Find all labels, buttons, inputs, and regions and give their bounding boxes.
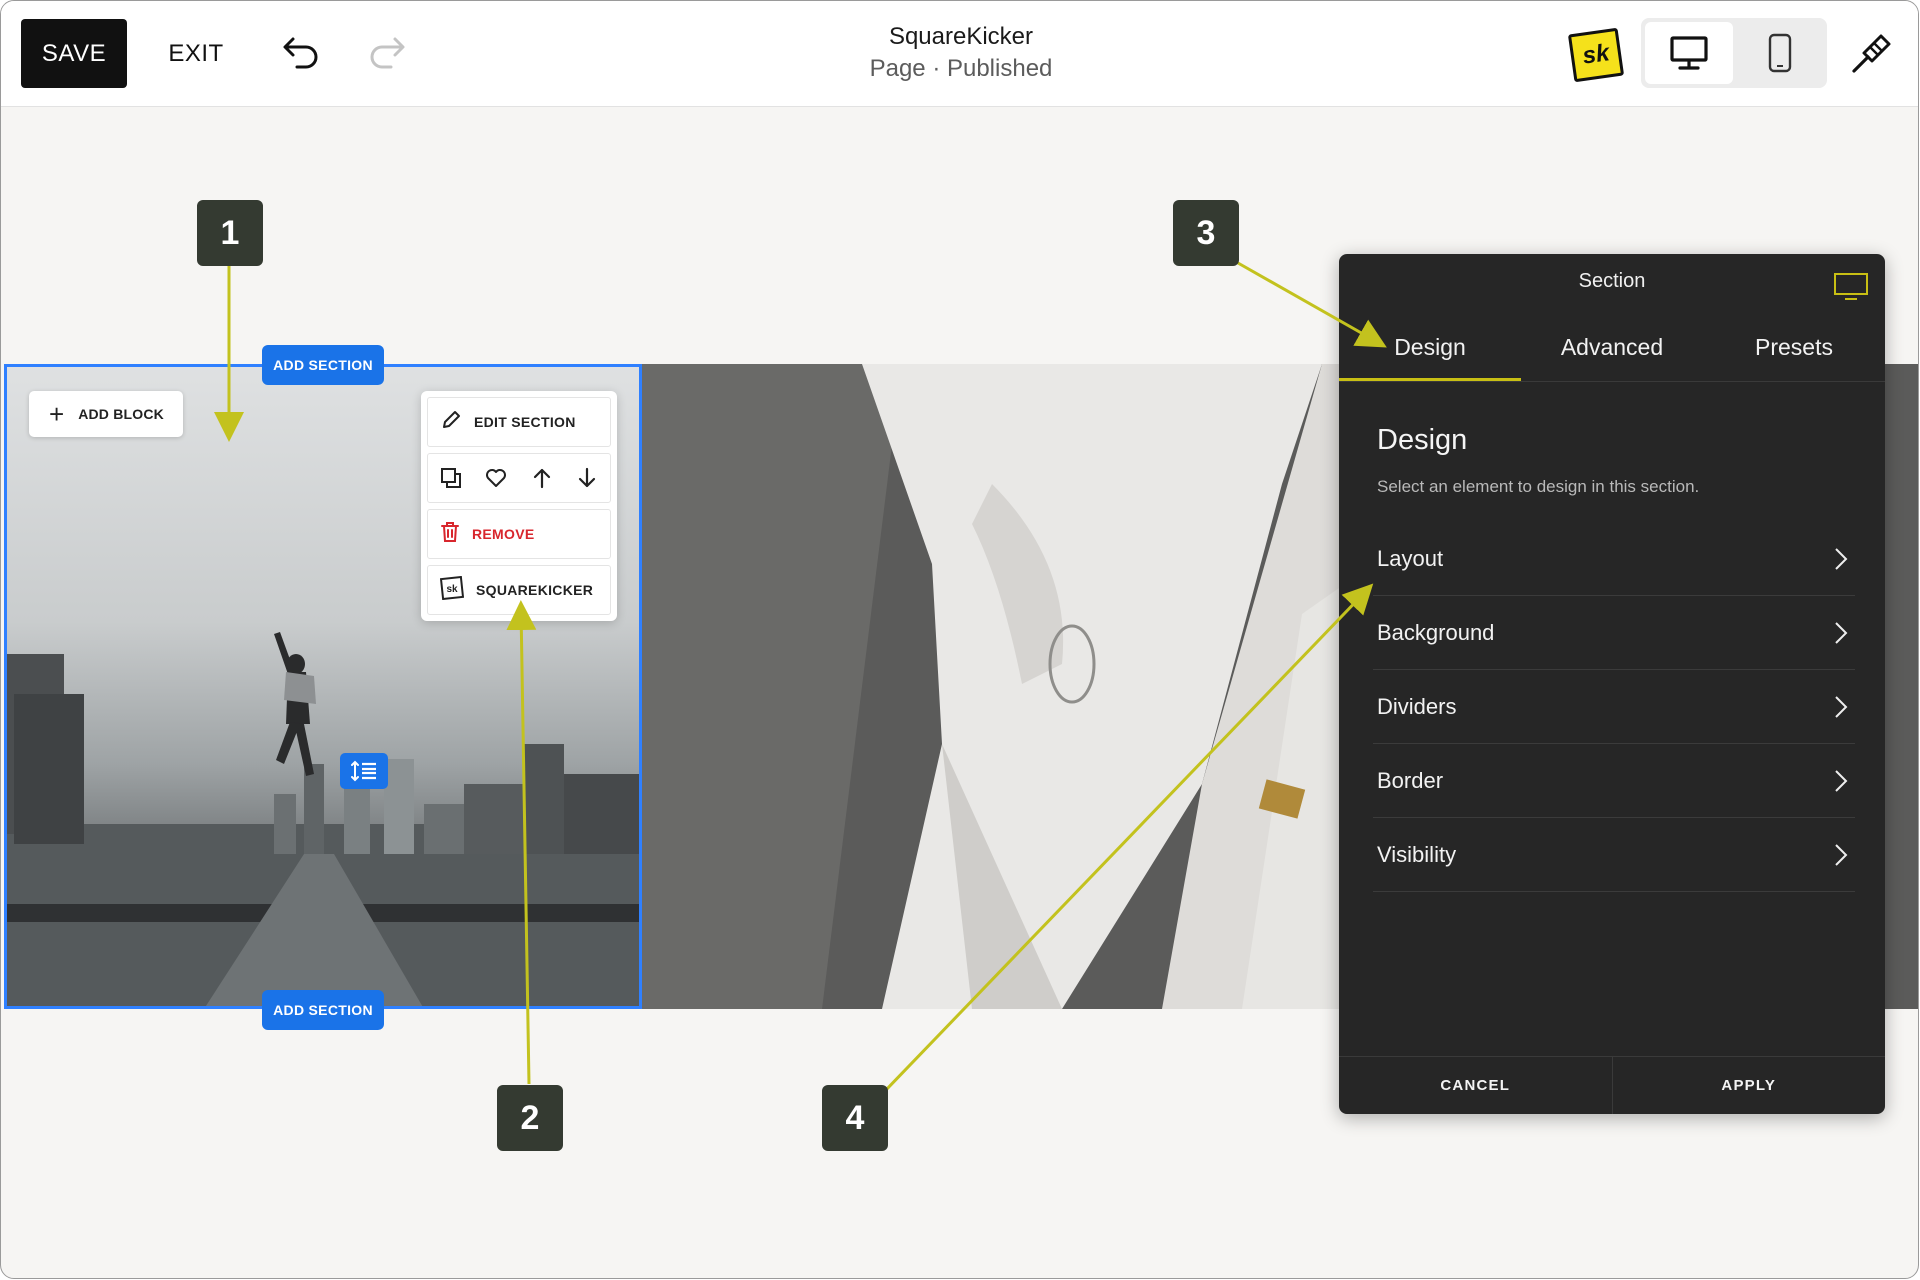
arrow-up-icon[interactable] [522,458,562,498]
panel-title: Section [1578,270,1646,292]
option-background[interactable]: Background [1373,596,1855,670]
section-quick-actions [427,453,611,503]
add-block-button[interactable]: + ADD BLOCK [29,391,183,437]
chevron-right-icon [1831,547,1851,571]
duplicate-icon[interactable] [431,458,471,498]
plus-icon: + [49,399,65,429]
callout-1: 1 [197,200,263,266]
add-section-above-button[interactable]: ADD SECTION [262,345,384,385]
svg-text:sk: sk [446,584,458,595]
edit-section-button[interactable]: EDIT SECTION [427,397,611,447]
option-label: Background [1377,619,1495,645]
arrow-down-icon[interactable] [567,458,607,498]
site-title: SquareKicker [888,23,1034,50]
edit-section-label: EDIT SECTION [474,414,576,430]
section-settings-panel: Section Design Advanced Presets Design S… [1339,254,1885,1114]
design-subtitle: Select an element to design in this sect… [1377,477,1700,496]
trash-icon [440,521,460,548]
chevron-right-icon [1831,843,1851,867]
exit-button[interactable]: EXIT [161,19,231,88]
device-toggle [1641,18,1827,88]
tab-advanced[interactable]: Advanced [1521,316,1703,381]
section-action-menu: EDIT SECTION REMOVE sk SQUAREKICKER [421,391,617,621]
editor-window: SAVE EXIT SquareKicker Page · Published … [0,0,1919,1279]
mobile-view-icon[interactable] [1737,22,1823,84]
apply-button[interactable]: APPLY [1611,1057,1886,1114]
spacing-handle-icon[interactable] [340,753,388,789]
desktop-view-icon[interactable] [1645,22,1733,84]
redo-icon[interactable] [359,29,415,77]
panel-tabs: Design Advanced Presets [1339,316,1885,382]
option-visibility[interactable]: Visibility [1373,818,1855,892]
squarekicker-label: SQUAREKICKER [476,582,594,598]
callout-2: 2 [497,1085,563,1151]
callout-3: 3 [1173,200,1239,266]
chevron-right-icon [1831,695,1851,719]
squarekicker-button[interactable]: sk SQUAREKICKER [427,565,611,615]
callout-4: 4 [822,1085,888,1151]
top-toolbar: SAVE EXIT SquareKicker Page · Published … [1,1,1918,107]
design-heading: Design [1377,424,1468,456]
design-options-list: Layout Background Dividers Border Visibi… [1373,522,1855,892]
paint-brush-icon[interactable] [1843,29,1899,79]
remove-section-button[interactable]: REMOVE [427,509,611,559]
option-label: Border [1377,767,1444,793]
pencil-icon [440,409,462,436]
undo-icon[interactable] [273,29,329,77]
chevron-right-icon [1831,769,1851,793]
squarekicker-icon: sk [439,575,465,605]
option-label: Dividers [1377,693,1457,719]
tab-presets[interactable]: Presets [1703,316,1885,381]
page-status: Page · Published [869,55,1053,82]
squarekicker-logo-icon[interactable]: sk [1567,27,1625,83]
remove-label: REMOVE [472,526,535,542]
option-dividers[interactable]: Dividers [1373,670,1855,744]
heart-icon[interactable] [476,458,516,498]
monitor-icon[interactable] [1833,272,1869,302]
chevron-right-icon [1831,621,1851,645]
page-title-block: SquareKicker Page · Published [761,21,1161,85]
option-border[interactable]: Border [1373,744,1855,818]
panel-footer: CANCEL APPLY [1339,1056,1885,1114]
save-button[interactable]: SAVE [21,19,127,88]
option-label: Layout [1377,545,1444,571]
add-section-below-button[interactable]: ADD SECTION [262,990,384,1030]
option-label: Visibility [1377,841,1457,867]
cancel-button[interactable]: CANCEL [1339,1057,1612,1114]
tab-design[interactable]: Design [1339,316,1521,381]
option-layout[interactable]: Layout [1373,522,1855,596]
add-block-label: ADD BLOCK [78,406,164,422]
